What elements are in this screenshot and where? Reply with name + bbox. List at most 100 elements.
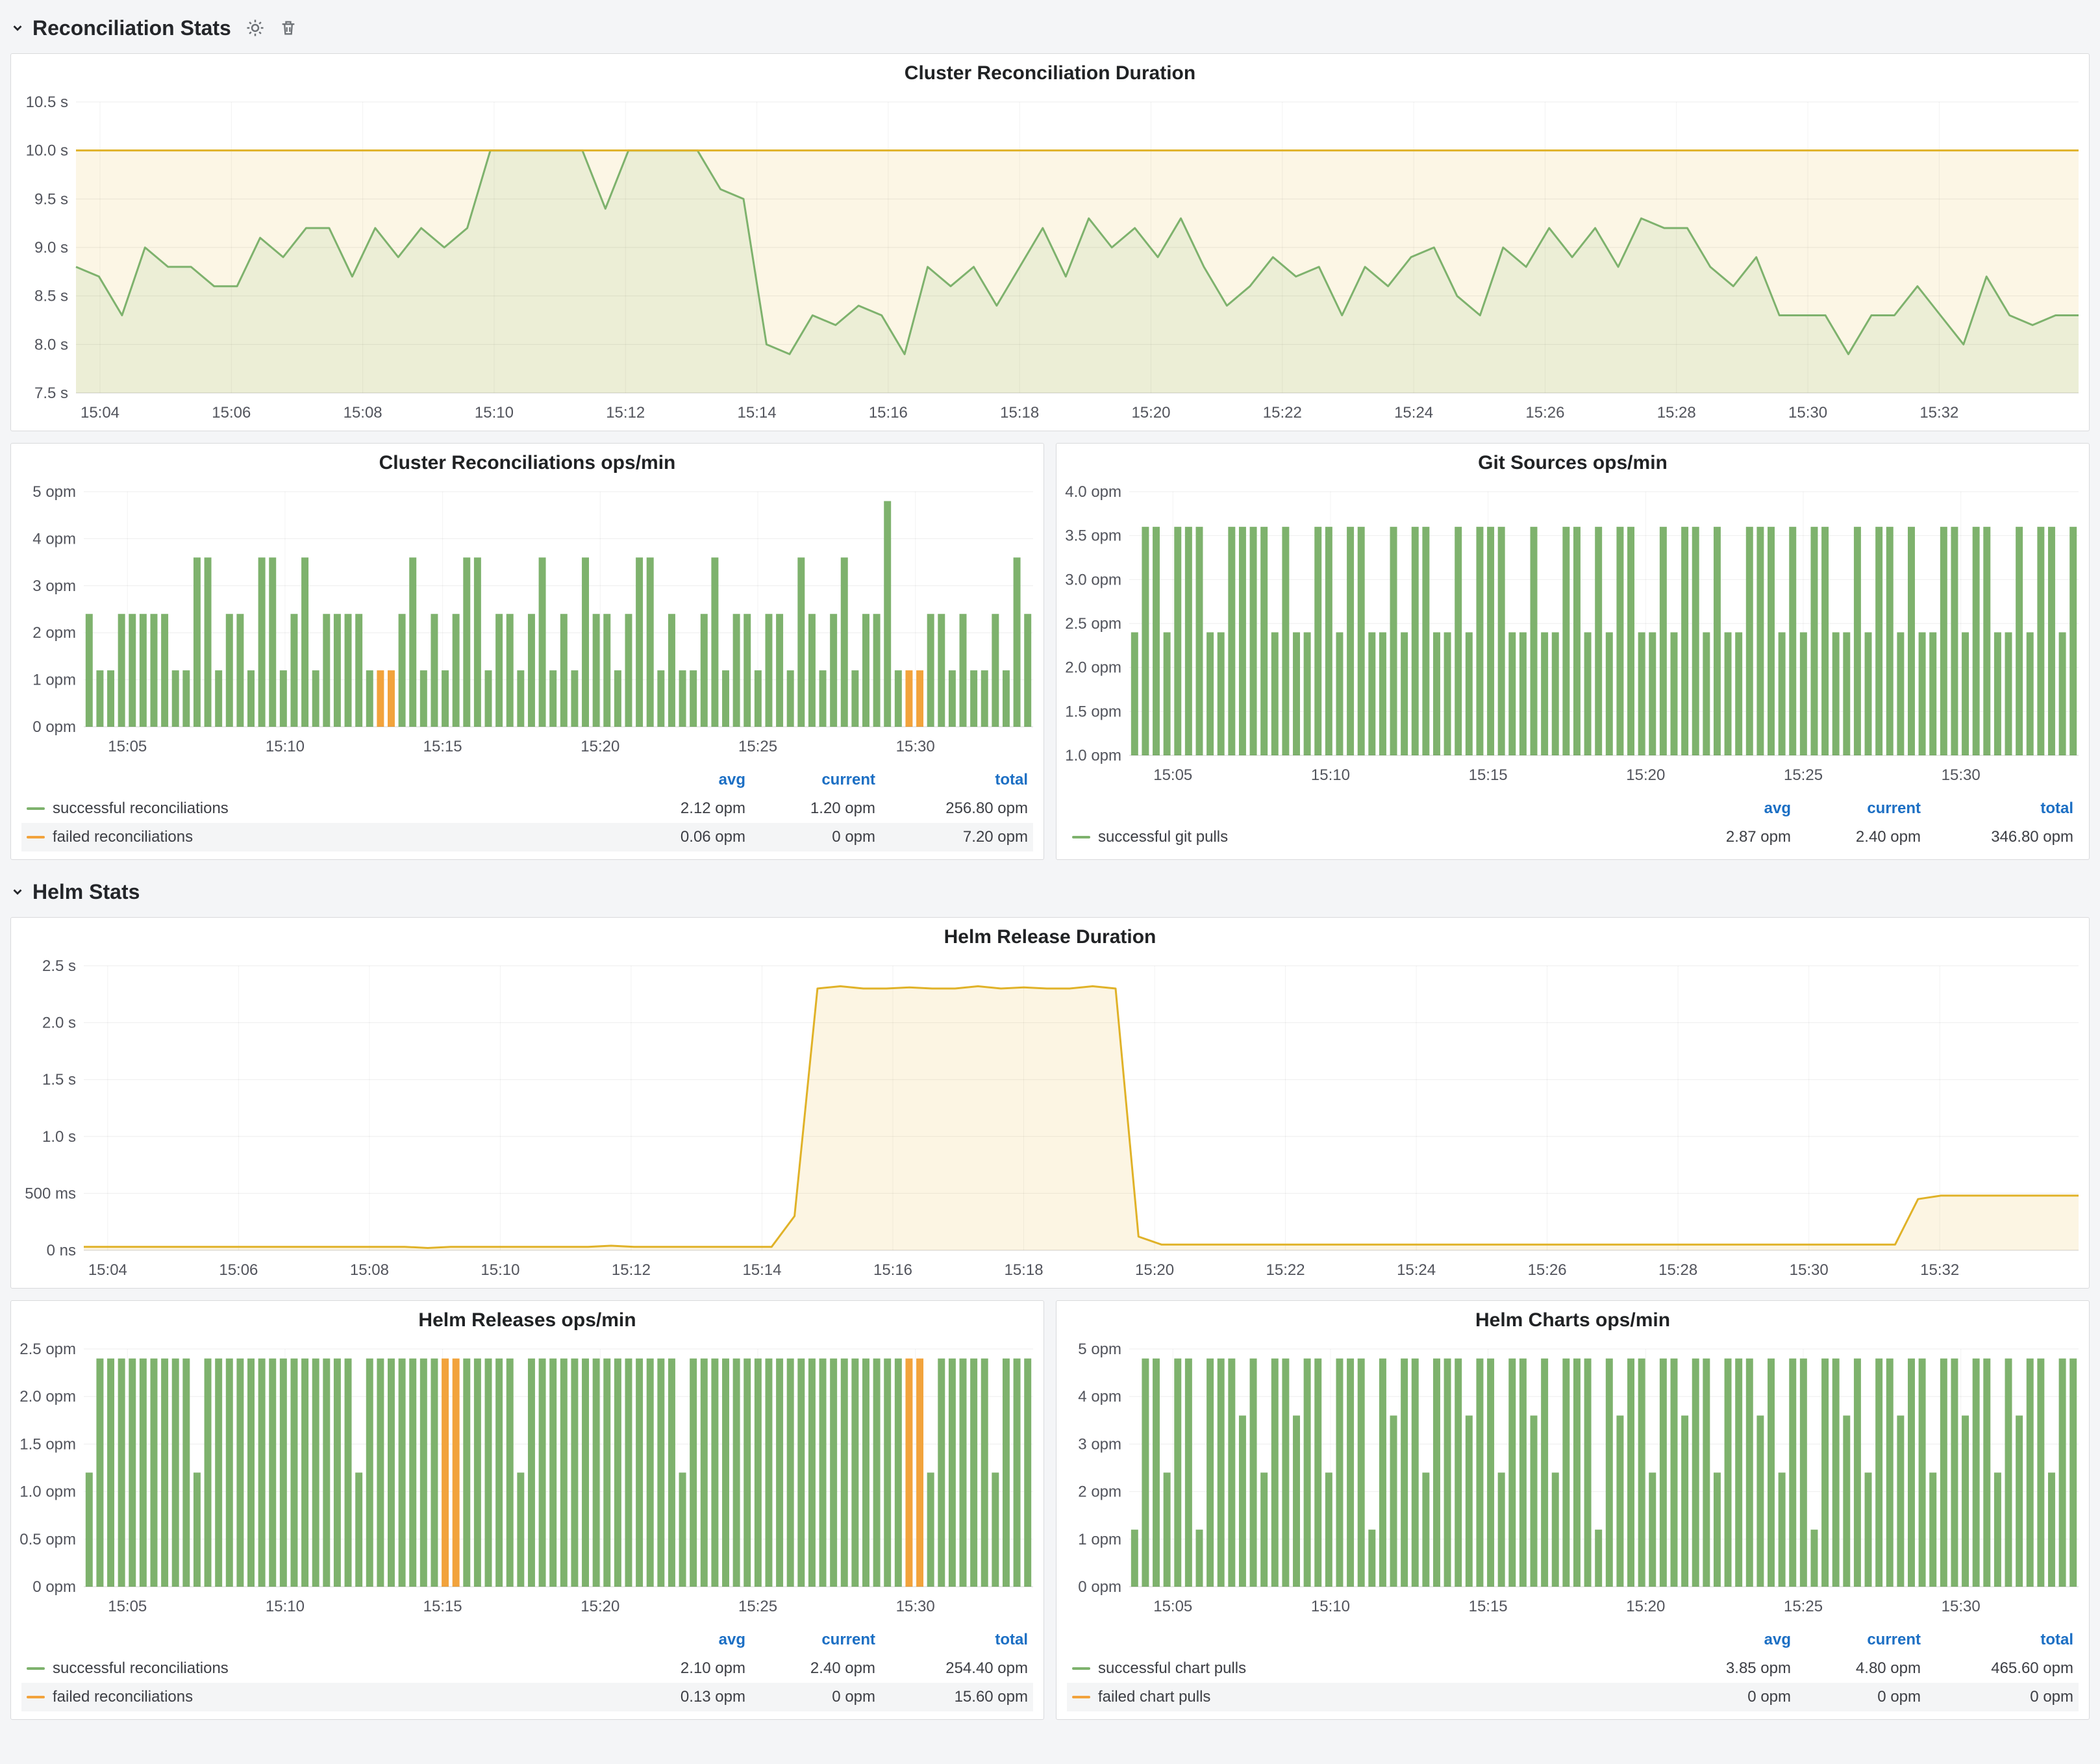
series-label: failed chart pulls [1098,1688,1210,1706]
helm-charts-ops-chart[interactable]: 0 opm1 opm2 opm3 opm4 opm5 opm15:0515:10… [1056,1340,2089,1624]
panel-cluster-reconciliation-duration: Cluster Reconciliation Duration 7.5 s8.0… [10,53,2090,431]
legend-col-current[interactable]: current [745,771,875,789]
svg-text:3 opm: 3 opm [1078,1435,1121,1453]
svg-text:15:20: 15:20 [1131,404,1170,422]
svg-text:15:25: 15:25 [738,1598,777,1615]
row-title: Reconciliation Stats [32,16,231,40]
svg-text:8.5 s: 8.5 s [34,288,68,305]
legend-row: successful reconciliations 2.12 opm 1.20… [21,794,1033,823]
panel-title[interactable]: Helm Release Duration [11,918,2089,957]
legend-col-current[interactable]: current [1791,1631,1921,1649]
legend-col-current[interactable]: current [1791,800,1921,818]
cluster-reconciliation-duration-chart[interactable]: 7.5 s8.0 s8.5 s9.0 s9.5 s10.0 s10.5 s15:… [11,93,2089,431]
trash-icon[interactable] [279,19,297,37]
panel-git-sources-ops: Git Sources ops/min 1.0 opm1.5 opm2.0 op… [1056,443,2090,860]
svg-text:15:30: 15:30 [1942,1598,1981,1615]
svg-text:10.5 s: 10.5 s [26,94,68,111]
series-toggle[interactable]: successful git pulls [1072,828,1661,846]
legend-col-current[interactable]: current [745,1631,875,1649]
row-toggle-helm[interactable]: Helm Stats [10,880,140,904]
svg-text:15:15: 15:15 [423,738,462,755]
legend-col-avg[interactable]: avg [1661,800,1791,818]
svg-text:15:10: 15:10 [1311,1598,1350,1615]
legend: avg current total successful reconciliat… [11,1624,1044,1719]
svg-text:15:30: 15:30 [1788,404,1827,422]
row-header-helm-stats[interactable]: Helm Stats [10,872,2090,912]
series-total: 15.60 opm [875,1688,1028,1706]
series-swatch-green [27,1667,45,1670]
series-swatch-amber [27,1696,45,1698]
row-title: Helm Stats [32,880,140,904]
svg-text:2.5 opm: 2.5 opm [1065,615,1121,633]
panel-title[interactable]: Cluster Reconciliation Duration [11,54,2089,93]
svg-text:15:20: 15:20 [1135,1261,1174,1279]
helm-releases-ops-chart[interactable]: 0 opm0.5 opm1.0 opm1.5 opm2.0 opm2.5 opm… [11,1340,1044,1624]
series-total: 254.40 opm [875,1659,1028,1678]
svg-text:15:12: 15:12 [612,1261,651,1279]
series-swatch-green [27,807,45,810]
legend-row: successful reconciliations 2.10 opm 2.40… [21,1654,1033,1683]
series-toggle[interactable]: failed reconciliations [27,828,616,846]
series-toggle[interactable]: successful reconciliations [27,800,616,818]
svg-text:15:22: 15:22 [1263,404,1302,422]
series-label: successful reconciliations [53,800,229,818]
legend-col-avg[interactable]: avg [1661,1631,1791,1649]
panel-title[interactable]: Helm Charts ops/min [1056,1301,2089,1340]
svg-text:0 opm: 0 opm [32,1578,76,1596]
panel-title[interactable]: Helm Releases ops/min [11,1301,1044,1340]
legend-col-total[interactable]: total [875,1631,1028,1649]
legend-col-total[interactable]: total [1921,1631,2073,1649]
svg-text:15:14: 15:14 [738,404,777,422]
series-avg: 2.10 opm [616,1659,745,1678]
legend-col-avg[interactable]: avg [616,1631,745,1649]
svg-text:15:10: 15:10 [475,404,514,422]
svg-text:4 opm: 4 opm [32,530,76,548]
series-toggle[interactable]: successful reconciliations [27,1659,616,1678]
series-label: successful git pulls [1098,828,1228,846]
svg-text:15:32: 15:32 [1920,1261,1959,1279]
row-toggle-reconciliation[interactable]: Reconciliation Stats [10,16,231,40]
svg-text:15:24: 15:24 [1397,1261,1436,1279]
series-toggle[interactable]: failed chart pulls [1072,1688,1661,1706]
panel-title[interactable]: Git Sources ops/min [1056,444,2089,483]
series-current: 1.20 opm [745,800,875,818]
panel-helm-release-duration: Helm Release Duration 0 ns500 ms1.0 s1.5… [10,917,2090,1289]
cluster-reconciliations-ops-chart[interactable]: 0 opm1 opm2 opm3 opm4 opm5 opm15:0515:10… [11,483,1044,764]
svg-text:2.0 s: 2.0 s [42,1014,76,1032]
legend: avg current total successful git pulls 2… [1056,793,2089,859]
svg-text:15:10: 15:10 [1311,766,1350,784]
svg-text:15:08: 15:08 [350,1261,389,1279]
svg-text:5 opm: 5 opm [1078,1341,1121,1358]
svg-text:1 opm: 1 opm [32,672,76,689]
svg-text:15:22: 15:22 [1266,1261,1305,1279]
svg-text:15:06: 15:06 [212,404,251,422]
gear-icon[interactable] [245,18,265,38]
svg-text:15:25: 15:25 [1784,766,1823,784]
helm-release-duration-chart[interactable]: 0 ns500 ms1.0 s1.5 s2.0 s2.5 s15:0415:06… [11,957,2089,1288]
row-header-reconciliation-stats[interactable]: Reconciliation Stats [10,8,2090,48]
legend-col-total[interactable]: total [875,771,1028,789]
svg-text:3.0 opm: 3.0 opm [1065,571,1121,588]
series-toggle[interactable]: successful chart pulls [1072,1659,1661,1678]
series-current: 2.40 opm [1791,828,1921,846]
series-current: 2.40 opm [745,1659,875,1678]
series-toggle[interactable]: failed reconciliations [27,1688,616,1706]
legend: avg current total successful reconciliat… [11,764,1044,859]
svg-text:15:16: 15:16 [873,1261,912,1279]
svg-text:2.5 s: 2.5 s [42,957,76,975]
git-sources-ops-chart[interactable]: 1.0 opm1.5 opm2.0 opm2.5 opm3.0 opm3.5 o… [1056,483,2089,793]
legend-col-total[interactable]: total [1921,800,2073,818]
svg-text:1.5 opm: 1.5 opm [1065,703,1121,720]
legend-header: avg current total [21,766,1033,794]
svg-text:15:32: 15:32 [1919,404,1958,422]
svg-text:15:28: 15:28 [1657,404,1696,422]
svg-text:15:06: 15:06 [219,1261,258,1279]
svg-text:1.0 s: 1.0 s [42,1128,76,1146]
legend-col-avg[interactable]: avg [616,771,745,789]
panel-title[interactable]: Cluster Reconciliations ops/min [11,444,1044,483]
svg-text:15:28: 15:28 [1658,1261,1697,1279]
svg-text:0.5 opm: 0.5 opm [19,1531,76,1548]
svg-text:15:20: 15:20 [1626,766,1665,784]
series-total: 7.20 opm [875,828,1028,846]
svg-text:15:05: 15:05 [108,1598,147,1615]
